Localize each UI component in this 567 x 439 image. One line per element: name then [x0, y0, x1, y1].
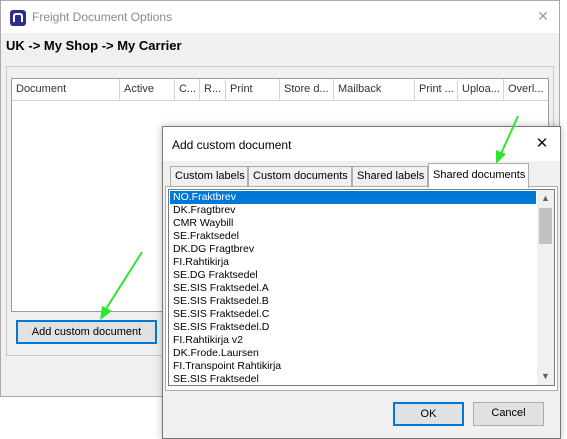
- add-custom-document-dialog: Add custom document ✕ Custom labels Cust…: [162, 126, 561, 439]
- list-item[interactable]: FI.Rahtikirja v2: [170, 334, 536, 347]
- list-item[interactable]: SE.SIS Fraktsedel: [170, 373, 536, 385]
- add-custom-document-button[interactable]: Add custom document: [16, 320, 157, 344]
- column-header-overlay[interactable]: Overl...: [504, 79, 548, 100]
- dialog-title: Add custom document: [172, 138, 292, 152]
- chevron-up-icon[interactable]: ▲: [537, 190, 554, 207]
- tab-custom-labels[interactable]: Custom labels: [170, 166, 248, 187]
- breadcrumb: UK -> My Shop -> My Carrier: [6, 38, 182, 53]
- shared-documents-pane: NO.Fraktbrev DK.Fragtbrev CMR Waybill SE…: [165, 186, 558, 391]
- column-header-c[interactable]: C...: [175, 79, 200, 100]
- close-icon[interactable]: ✕: [533, 135, 551, 153]
- column-header-print[interactable]: Print: [226, 79, 280, 100]
- cancel-button[interactable]: Cancel: [473, 402, 544, 426]
- list-item[interactable]: SE.SIS Fraktsedel.D: [170, 321, 536, 334]
- list-scrollbar[interactable]: ▲ ▼: [537, 190, 554, 385]
- list-item[interactable]: CMR Waybill: [170, 217, 536, 230]
- tab-strip: Custom labels Custom documents Shared la…: [168, 163, 560, 188]
- list-item[interactable]: SE.SIS Fraktsedel.B: [170, 295, 536, 308]
- window-title: Freight Document Options: [32, 10, 173, 24]
- list-item[interactable]: FI.Rahtikirja: [170, 256, 536, 269]
- tab-shared-documents[interactable]: Shared documents: [428, 163, 529, 188]
- column-header-upload[interactable]: Uploa...: [458, 79, 504, 100]
- column-header-print-2[interactable]: Print ...: [415, 79, 458, 100]
- shared-documents-list[interactable]: NO.Fraktbrev DK.Fragtbrev CMR Waybill SE…: [168, 189, 555, 386]
- tab-custom-documents[interactable]: Custom documents: [248, 166, 352, 187]
- list-item[interactable]: NO.Fraktbrev: [170, 191, 536, 204]
- list-item[interactable]: SE.DG Fraktsedel: [170, 269, 536, 282]
- list-item[interactable]: DK.Fragtbrev: [170, 204, 536, 217]
- list-item[interactable]: SE.SIS Fraktsedel.C: [170, 308, 536, 321]
- scrollbar-thumb[interactable]: [539, 208, 552, 244]
- main-titlebar: Freight Document Options ✕: [1, 1, 559, 33]
- ok-button[interactable]: OK: [393, 402, 464, 426]
- column-header-store[interactable]: Store d...: [280, 79, 334, 100]
- column-header-active[interactable]: Active: [120, 79, 175, 100]
- column-header-document[interactable]: Document: [12, 79, 120, 100]
- arrow-icon: [100, 251, 143, 320]
- column-header-r[interactable]: R...: [200, 79, 226, 100]
- close-icon[interactable]: ✕: [535, 8, 551, 24]
- app-logo-icon: [10, 10, 26, 26]
- list-item[interactable]: DK.Frode.Laursen: [170, 347, 536, 360]
- list-item[interactable]: FI.Transpoint Rahtikirja: [170, 360, 536, 373]
- tab-shared-labels[interactable]: Shared labels: [352, 166, 428, 187]
- list-item[interactable]: SE.Fraktsedel: [170, 230, 536, 243]
- list-item[interactable]: SE.SIS Fraktsedel.A: [170, 282, 536, 295]
- chevron-down-icon[interactable]: ▼: [537, 368, 554, 385]
- column-header-mailback[interactable]: Mailback: [334, 79, 415, 100]
- table-header: Document Active C... R... Print Store d.…: [12, 79, 548, 101]
- list-item[interactable]: DK.DG Fragtbrev: [170, 243, 536, 256]
